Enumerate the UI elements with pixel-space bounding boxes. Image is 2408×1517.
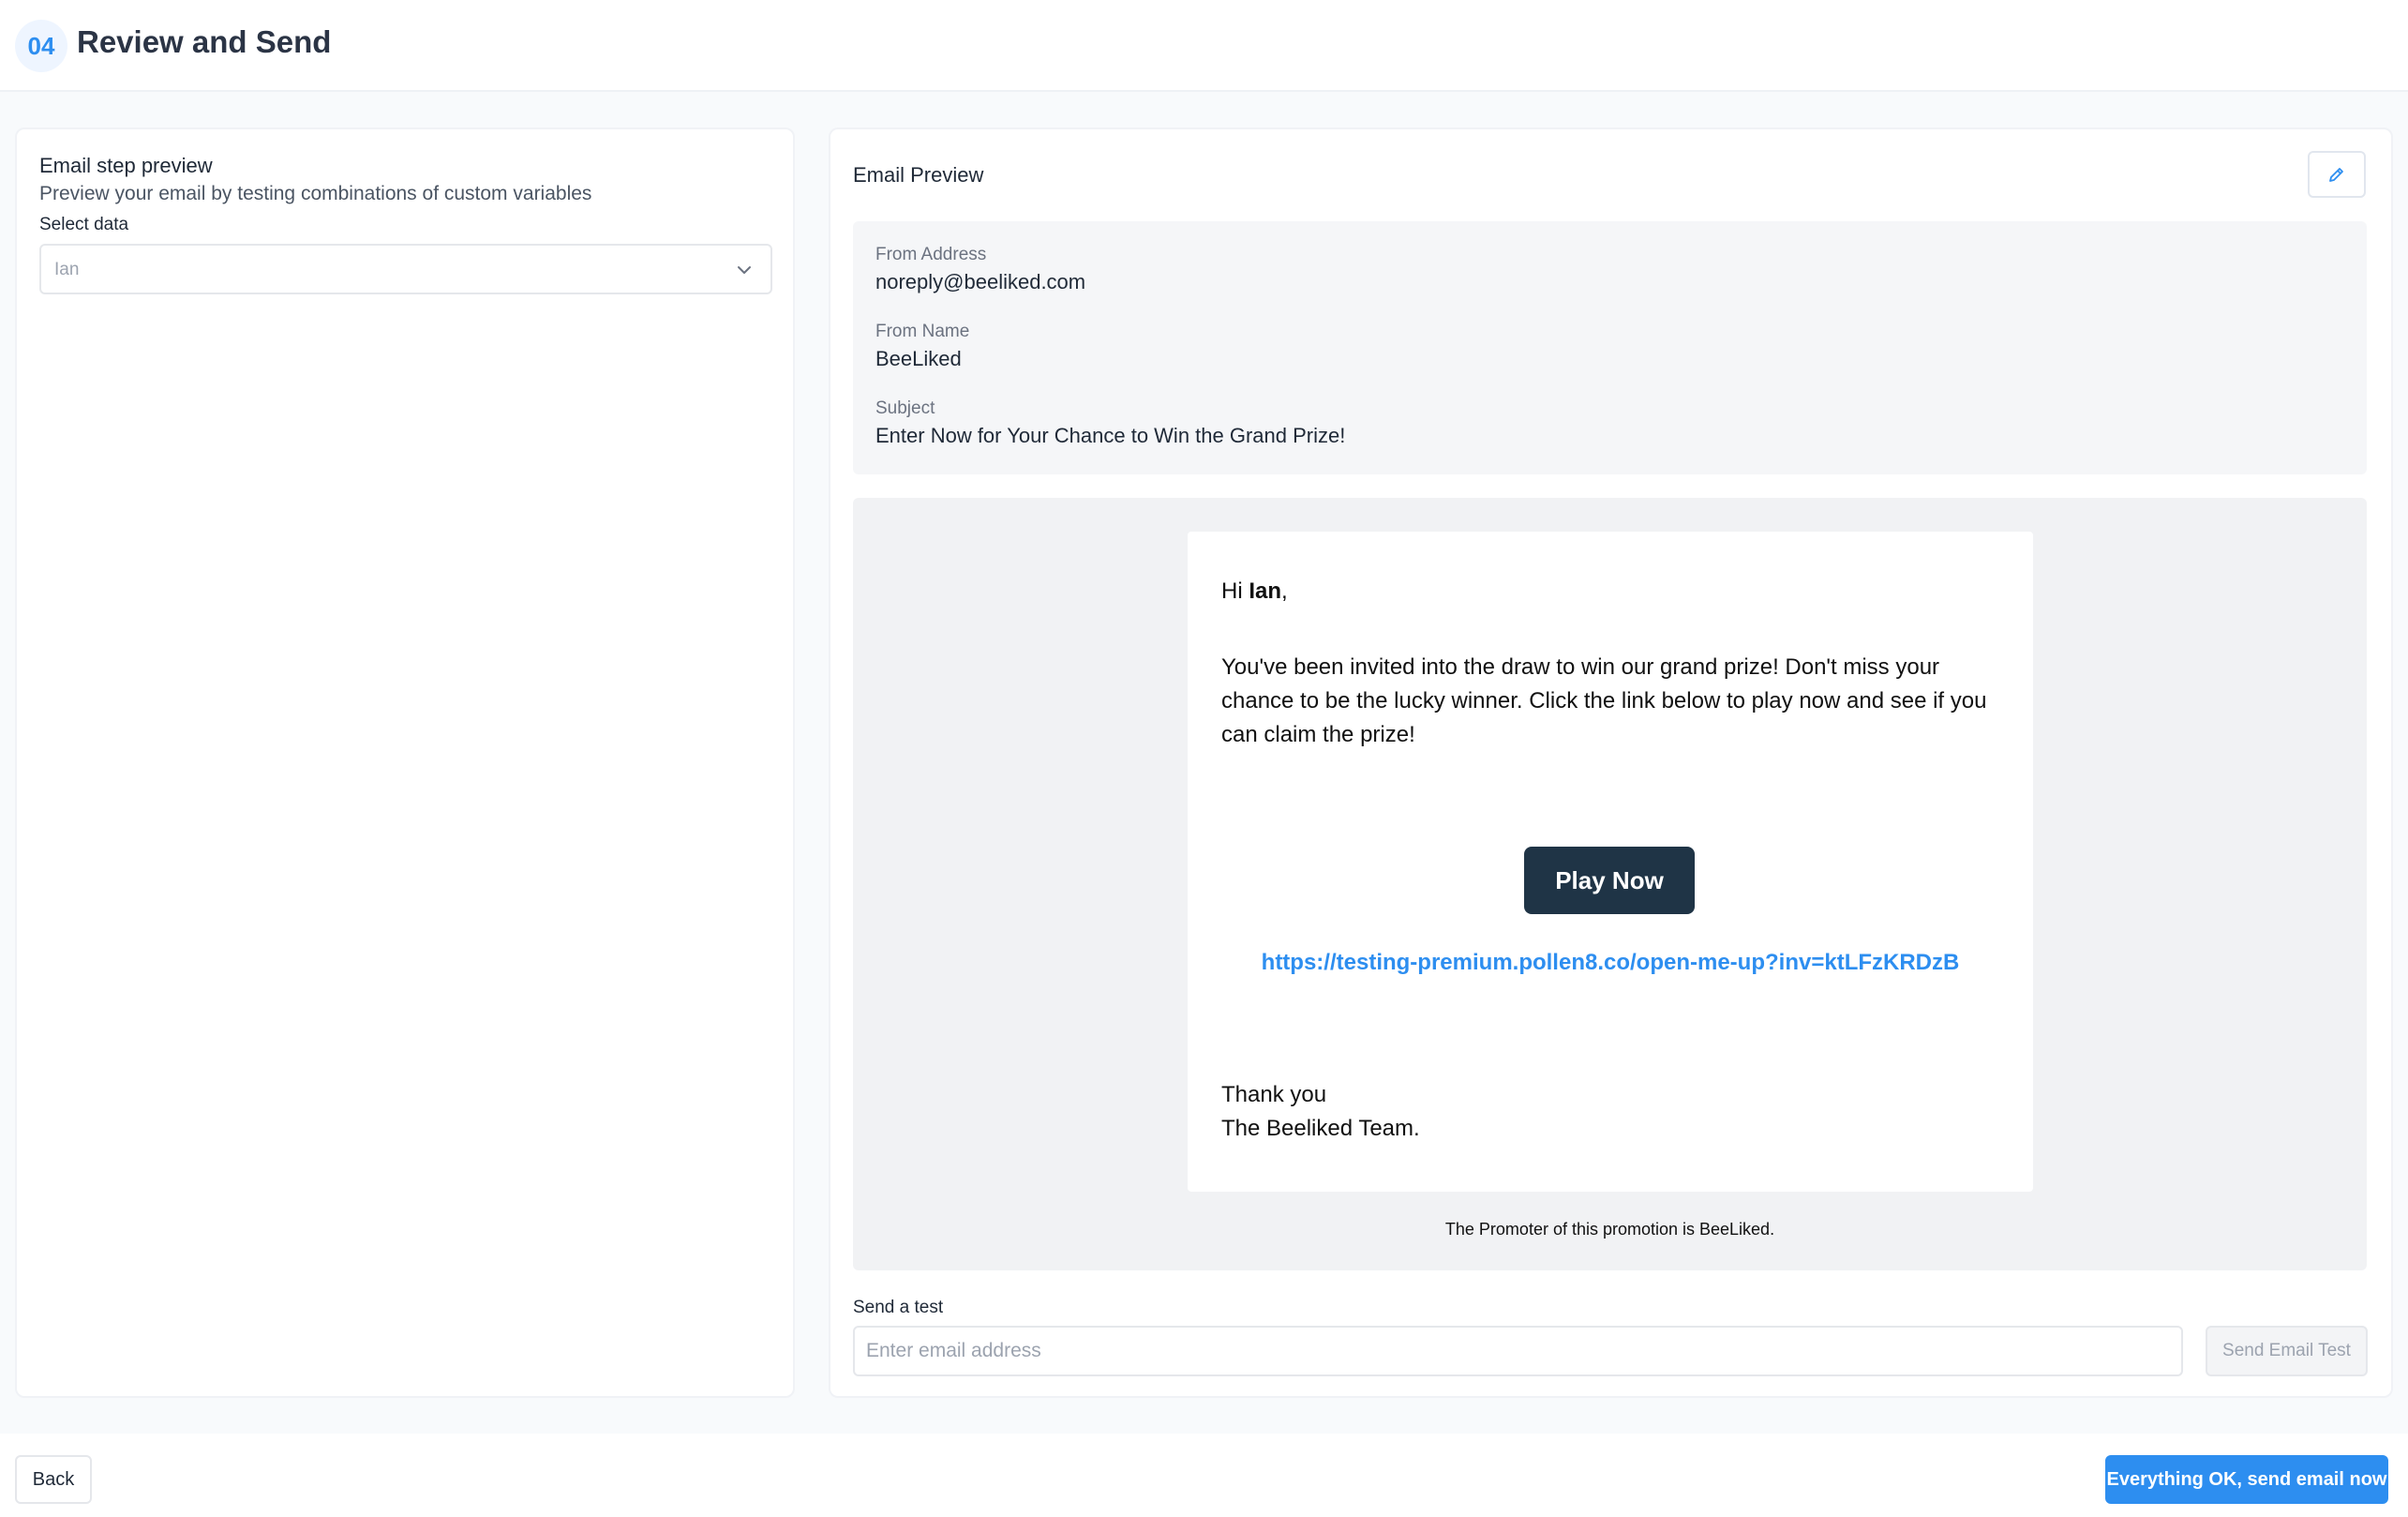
select-data-value: Ian [54,260,80,279]
email-meta-box: From Address noreply@beeliked.com From N… [853,221,2367,474]
promoter-text: The Promoter of this promotion is BeeLik… [1444,1220,1775,1239]
send-test-label: Send a test [853,1298,944,1317]
signoff-line-1: Thank you [1221,1082,1327,1107]
recipient-name: Ian [1249,578,1282,604]
page-header: 04 Review and Send [0,0,2408,92]
step-number-badge: 04 [15,20,67,72]
email-body-text: You've been invited into the draw to win… [1221,654,1987,747]
greeting-suffix: , [1281,578,1288,604]
email-preview-card: Email Preview From Address noreply@beeli… [829,128,2393,1398]
email-step-preview-card: Email step preview Preview your email by… [15,128,795,1398]
subject-value: Enter Now for Your Chance to Win the Gra… [875,424,1346,447]
card-subtitle: Preview your email by testing combinatio… [39,183,592,204]
greeting-prefix: Hi [1221,578,1249,604]
email-signoff: Thank you The Beeliked Team. [1221,1078,1420,1146]
signoff-line-2: The Beeliked Team. [1221,1116,1420,1141]
chevron-down-icon [738,266,751,274]
pencil-icon [2329,168,2343,182]
email-greeting: Hi Ian, [1221,578,1288,605]
from-address-label: From Address [875,245,987,264]
select-data-dropdown[interactable]: Ian [39,244,772,294]
from-name-value: BeeLiked [875,347,962,370]
send-email-test-button[interactable]: Send Email Test [2206,1326,2368,1376]
subject-label: Subject [875,398,935,418]
invite-link[interactable]: https://testing-premium.pollen8.co/open-… [1188,950,2033,976]
card-title: Email step preview [39,154,213,177]
test-email-input[interactable] [853,1326,2183,1376]
send-email-now-button[interactable]: Everything OK, send email now [2105,1455,2388,1504]
from-name-label: From Name [875,322,970,341]
play-now-button[interactable]: Play Now [1524,847,1695,914]
edit-email-button[interactable] [2308,151,2366,198]
page-footer: Back Everything OK, send email now [0,1434,2408,1517]
email-render-area: Hi Ian, You've been invited into the dra… [853,498,2367,1270]
back-button[interactable]: Back [15,1455,92,1504]
select-data-label: Select data [39,215,129,234]
email-preview-title: Email Preview [853,163,984,187]
from-address-value: noreply@beeliked.com [875,270,1086,293]
email-body: Hi Ian, You've been invited into the dra… [1188,532,2033,1192]
page-title: Review and Send [77,24,332,59]
